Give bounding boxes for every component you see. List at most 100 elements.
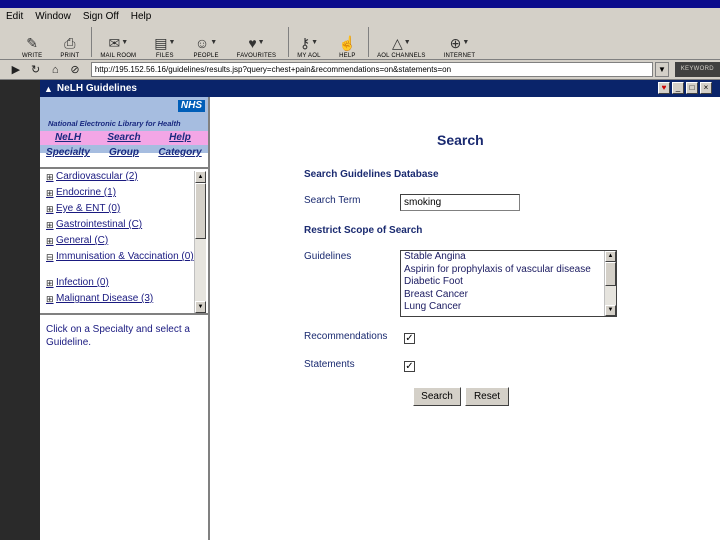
expand-icon[interactable]: ⊞ <box>46 171 56 183</box>
toolbar-label: Print <box>60 53 80 59</box>
dropdown-arrow-icon[interactable]: ▼ <box>404 35 411 51</box>
stop-icon[interactable]: ⊘ <box>65 63 85 76</box>
statements-checkbox[interactable]: ✓ <box>404 361 415 372</box>
expand-icon[interactable]: ⊞ <box>46 203 56 215</box>
link-category[interactable]: Category <box>152 147 208 158</box>
toolbar-label: Help <box>339 53 356 59</box>
link-nelh[interactable]: NeLH <box>40 132 96 143</box>
specialty-item[interactable]: ⊞ Gastrointestinal (C) <box>46 219 196 231</box>
guideline-option[interactable]: Stable Angina <box>401 251 616 264</box>
specialty-item[interactable]: ⊞ General (C) <box>46 235 196 247</box>
expand-icon[interactable]: ⊞ <box>46 219 56 231</box>
heart-icon[interactable]: ♥ <box>658 82 670 94</box>
link-specialty[interactable]: Specialty <box>40 147 96 158</box>
people-icon: ☺ <box>194 35 210 51</box>
nav-links-primary: NeLH Search Help <box>40 132 208 143</box>
nhs-logo: NHS <box>177 100 205 112</box>
expand-icon[interactable]: ⊞ <box>46 293 56 305</box>
link-help[interactable]: Help <box>152 132 208 143</box>
recommendations-checkbox[interactable]: ✓ <box>404 333 415 344</box>
toolbar-aol-channels-button[interactable]: △ ▼ AOL Channels <box>371 25 432 59</box>
dropdown-arrow-icon[interactable]: ▼ <box>121 35 128 51</box>
toolbar-write-button[interactable]: ✎ Write <box>16 25 48 59</box>
search-button[interactable]: Search <box>413 387 461 406</box>
printer-icon: ⎙ <box>64 35 76 51</box>
files-icon: ▤ <box>154 35 168 51</box>
expand-icon[interactable]: ⊞ <box>46 187 56 199</box>
toolbar-label: Internet <box>443 53 476 59</box>
screen-top-border <box>0 0 720 8</box>
listbox-down-icon[interactable]: ▼ <box>605 305 616 316</box>
toolbar-print-button[interactable]: ⎙ Print <box>54 25 85 59</box>
listbox-thumb[interactable] <box>605 262 616 286</box>
toolbar-separator <box>288 27 290 57</box>
search-term-input[interactable] <box>400 194 520 211</box>
specialty-label: Eye & ENT (0) <box>56 203 121 214</box>
toolbar-my-aol-button[interactable]: ⚷ ▼ My AOL <box>291 25 326 59</box>
toolbar-people-button[interactable]: ☺ ▼ People <box>187 25 224 59</box>
reset-button[interactable]: Reset <box>465 387 509 406</box>
toolbar: ✎ Write ⎙ Print ✉ ▼ Mail Room ▤ ▼ Files ☺ ▼ People ♥ ▼… <box>0 24 720 60</box>
keyword-button[interactable]: KEYWORD <box>674 62 720 77</box>
home-icon[interactable]: ⌂ <box>45 64 65 76</box>
menu-help[interactable]: Help <box>131 11 152 22</box>
maximize-icon[interactable]: □ <box>686 82 698 94</box>
menu-sign-off[interactable]: Sign Off <box>83 11 119 22</box>
toolbar-favourites-button[interactable]: ♥ ▼ Favourites <box>231 25 283 59</box>
recommendations-label: Recommendations <box>304 331 388 342</box>
url-input[interactable]: http://195.152.56.16/guidelines/results.… <box>90 62 653 77</box>
dropdown-arrow-icon[interactable]: ▼ <box>169 35 176 51</box>
reload-icon[interactable]: ↻ <box>26 63 46 76</box>
toolbar-label: AOL Channels <box>377 53 426 59</box>
dropdown-arrow-icon[interactable]: ▼ <box>258 35 265 51</box>
specialty-item[interactable]: ⊞ Cardiovascular (2) <box>46 171 196 183</box>
guideline-option[interactable]: Breast Cancer <box>401 289 616 302</box>
expand-icon[interactable]: ⊞ <box>46 235 56 247</box>
toolbar-label: Mail Room <box>100 53 137 59</box>
toolbar-label: Files <box>156 53 174 59</box>
specialty-label: Infection (0) <box>56 277 109 288</box>
link-search[interactable]: Search <box>96 132 152 143</box>
link-group[interactable]: Group <box>96 147 152 158</box>
dropdown-arrow-icon[interactable]: ▼ <box>311 35 318 51</box>
scroll-up-icon[interactable]: ▲ <box>195 171 206 183</box>
guideline-option[interactable]: Aspirin for prophylaxis of vascular dise… <box>401 264 616 277</box>
side-strip <box>0 80 40 540</box>
toolbar-internet-button[interactable]: ⊕ ▼ Internet <box>438 25 482 59</box>
help-hand-icon: ☝ <box>338 35 357 51</box>
menu-window[interactable]: Window <box>35 11 71 22</box>
menu-edit[interactable]: Edit <box>6 11 23 22</box>
toolbar-label: People <box>193 53 219 59</box>
close-icon[interactable]: × <box>700 82 712 94</box>
scroll-thumb[interactable] <box>195 183 206 239</box>
toolbar-label: Write <box>22 53 43 59</box>
specialty-item[interactable]: ⊞ Endocrine (1) <box>46 187 196 199</box>
toolbar-mail-room-button[interactable]: ✉ ▼ Mail Room <box>94 25 142 59</box>
scroll-down-icon[interactable]: ▼ <box>195 301 206 313</box>
guideline-option[interactable]: Lung Cancer <box>401 301 616 314</box>
statements-label: Statements <box>304 359 355 370</box>
library-name: National Electronic Library for Health <box>48 119 181 128</box>
toolbar-help-button[interactable]: ☝ Help <box>333 25 362 59</box>
specialty-item[interactable]: ⊟ Immunisation & Vaccination (0) <box>46 251 196 263</box>
dropdown-arrow-icon[interactable]: ▼ <box>210 35 217 51</box>
specialty-label: General (C) <box>56 235 109 246</box>
dropdown-arrow-icon[interactable]: ▼ <box>462 35 469 51</box>
minimize-icon[interactable]: _ <box>672 82 684 94</box>
expand-icon[interactable]: ⊞ <box>46 277 56 289</box>
guidelines-window: ▲ NeLH Guidelines ♥ _ □ × NHS National E… <box>40 80 720 540</box>
listbox-scrollbar[interactable]: ▲ ▼ <box>604 251 616 316</box>
guideline-option[interactable]: Diabetic Foot <box>401 276 616 289</box>
guidelines-listbox[interactable]: Stable Angina Aspirin for prophylaxis of … <box>400 250 617 317</box>
specialty-item[interactable]: ⊞ Malignant Disease (3) <box>46 293 196 305</box>
search-term-label: Search Term <box>304 195 361 206</box>
window-titlebar: ▲ NeLH Guidelines ♥ _ □ × <box>40 80 720 97</box>
globe-icon: ⊕ <box>449 35 462 51</box>
specialty-item[interactable]: ⊞ Eye & ENT (0) <box>46 203 196 215</box>
toolbar-files-button[interactable]: ▤ ▼ Files <box>148 25 181 59</box>
specialty-item[interactable]: ⊞ Infection (0) <box>46 277 196 289</box>
listbox-up-icon[interactable]: ▲ <box>605 251 616 262</box>
collapse-icon[interactable]: ⊟ <box>46 251 56 263</box>
forward-arrow-icon[interactable]: ▶ <box>6 63 26 76</box>
url-dropdown-icon[interactable]: ▼ <box>655 62 669 77</box>
